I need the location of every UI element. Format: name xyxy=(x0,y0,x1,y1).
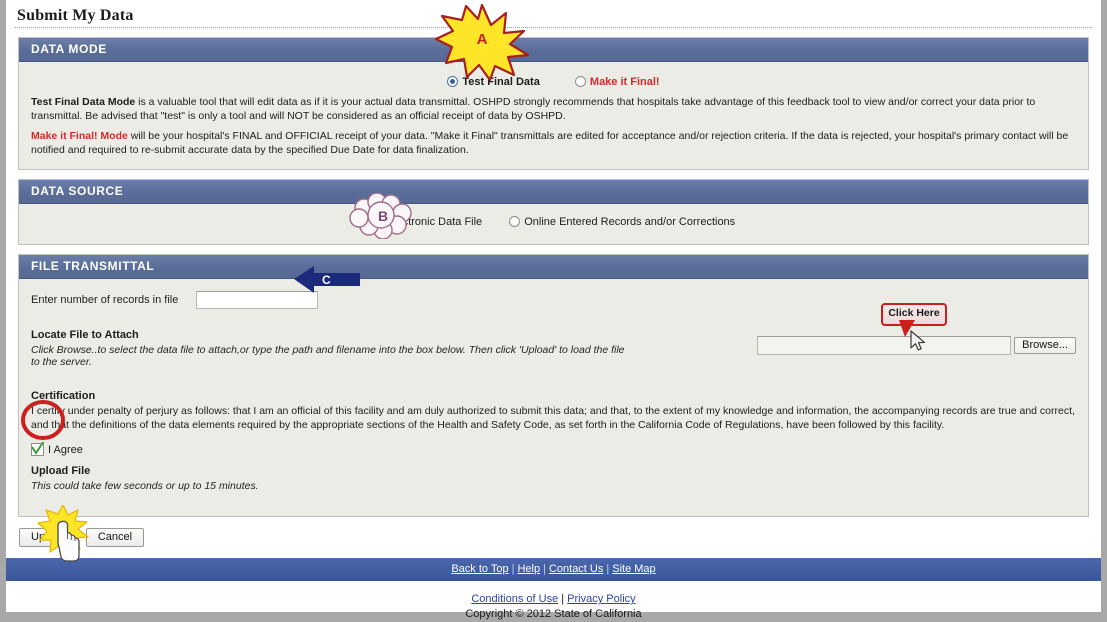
footer-copyright: Copyright © 2012 State of California xyxy=(465,608,642,621)
footer-link-back-to-top[interactable]: Back to Top xyxy=(451,563,508,575)
certification-title: Certification xyxy=(31,390,96,403)
footer-divider-3: | xyxy=(606,563,610,576)
file-transmittal-panel: FILE TRANSMITTAL Enter number of records… xyxy=(18,254,1089,518)
radio-test-final-data-input[interactable] xyxy=(447,76,459,87)
radio-make-it-final-label: Make it Final! xyxy=(589,76,660,88)
radio-electronic-data-file-label: Electronic Data File xyxy=(386,216,483,229)
paragraph-2-lead: Make it Final! Mode xyxy=(31,129,128,142)
footer-legal-links: Conditions of Use | Privacy Policy xyxy=(6,592,1101,607)
file-transmittal-header: FILE TRANSMITTAL xyxy=(19,255,1088,280)
data-source-radio-group: Electronic Data File Online Entered Reco… xyxy=(31,210,1076,236)
locate-file-note: Click Browse..to select the data file to… xyxy=(31,344,625,369)
file-path-input[interactable] xyxy=(757,336,1012,356)
radio-electronic-data-file-input[interactable] xyxy=(371,216,383,228)
agree-row[interactable]: I Agree xyxy=(31,442,1076,457)
footer-link-help[interactable]: Help xyxy=(517,563,540,575)
upload-file-note: This could take few seconds or up to 15 … xyxy=(31,480,259,493)
upload-file-title: Upload File xyxy=(31,465,91,478)
records-count-label: Enter number of records in file xyxy=(31,294,179,307)
data-mode-header: DATA MODE xyxy=(19,38,1088,62)
agree-label: I Agree xyxy=(48,443,83,456)
footer-divider-2: | xyxy=(543,563,546,576)
footer-link-contact-us[interactable]: Contact Us xyxy=(549,563,603,575)
paragraph-2-body: will be your hospital's FINAL and OFFICI… xyxy=(31,129,1069,156)
page-title: Submit My Data xyxy=(17,7,134,24)
upload-button[interactable]: Upload xyxy=(19,528,78,548)
data-mode-radio-group: Test Final Data Make it Final! xyxy=(31,72,1076,90)
radio-make-it-final[interactable]: Make it Final! xyxy=(574,76,660,88)
radio-make-it-final-input[interactable] xyxy=(574,76,586,87)
footer-legal-separator: | xyxy=(561,593,565,606)
paragraph-1-lead: Test Final Data Mode xyxy=(31,96,136,108)
footer-divider-1: | xyxy=(511,563,515,576)
footer-link-conditions-of-use[interactable]: Conditions of Use xyxy=(471,593,558,605)
radio-online-entered-records-input[interactable] xyxy=(509,216,521,228)
data-mode-body: Test Final Data Make it Final! Test Fina… xyxy=(19,62,1088,169)
data-source-panel: DATA SOURCE Electronic Data File Online … xyxy=(18,179,1089,246)
footer-nav: Back to Top | Help | Contact Us | Site Map xyxy=(6,558,1101,582)
annotation-click-here-callout: Click Here xyxy=(881,303,947,326)
action-button-row: Upload Cancel xyxy=(19,528,1089,548)
page-container: Submit My Data DATA MODE Test Final Data… xyxy=(6,0,1101,620)
data-mode-panel: DATA MODE Test Final Data Make it Final!… xyxy=(18,37,1089,171)
data-source-header: DATA SOURCE xyxy=(19,180,1088,205)
records-count-input[interactable] xyxy=(196,291,318,310)
paragraph-1-body: is a valuable tool that will edit data a… xyxy=(31,96,1036,122)
title-divider xyxy=(15,27,1092,28)
data-mode-paragraph-2: Make it Final! Mode will be your hospita… xyxy=(31,130,1076,158)
footer-link-privacy-policy[interactable]: Privacy Policy xyxy=(567,593,635,605)
certification-text: I certify under penalty of perjury as fo… xyxy=(31,405,1075,432)
browse-button[interactable]: Browse... xyxy=(1014,337,1076,355)
radio-test-final-data[interactable]: Test Final Data xyxy=(447,76,540,88)
agree-checkbox[interactable] xyxy=(31,442,44,457)
data-source-body: Electronic Data File Online Entered Reco… xyxy=(19,204,1088,244)
radio-electronic-data-file[interactable]: Electronic Data File xyxy=(371,216,483,229)
radio-test-final-data-label: Test Final Data xyxy=(462,76,540,88)
file-picker-group: Browse... xyxy=(757,336,1076,356)
cancel-button[interactable]: Cancel xyxy=(85,528,145,548)
radio-online-entered-records-label: Online Entered Records and/or Correction… xyxy=(524,216,736,229)
footer-legal: Conditions of Use | Privacy Policy Copyr… xyxy=(6,581,1101,622)
locate-file-row: Click Browse..to select the data file to… xyxy=(31,336,1076,369)
footer-link-site-map[interactable]: Site Map xyxy=(612,563,655,575)
radio-online-entered-records[interactable]: Online Entered Records and/or Correction… xyxy=(509,216,735,228)
data-mode-paragraph-1: Test Final Data Mode is a valuable tool … xyxy=(31,96,1076,124)
